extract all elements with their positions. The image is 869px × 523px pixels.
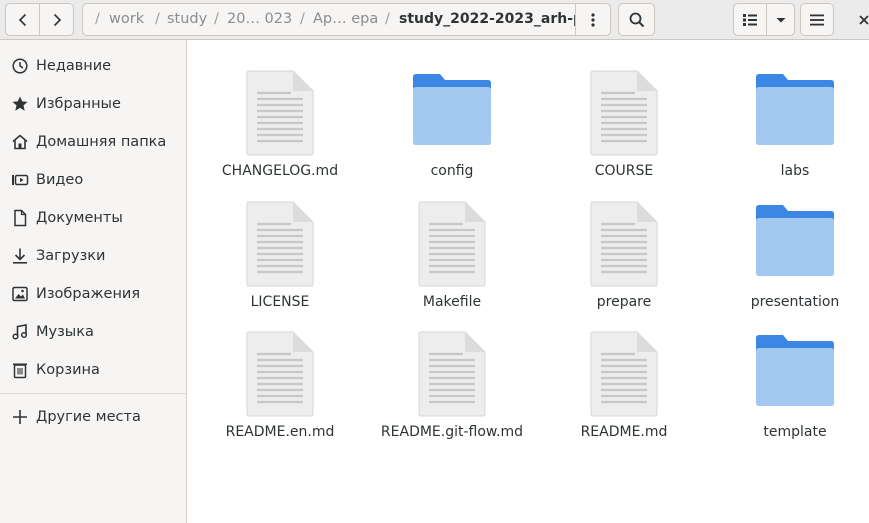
path-separator: / [300, 11, 305, 27]
sidebar-item-other-locations[interactable]: Другие места [0, 399, 186, 435]
file-item-readme-git-flow[interactable]: README.git-flow.md [362, 310, 542, 440]
music-icon [12, 324, 28, 340]
file-name: prepare [596, 294, 652, 310]
home-icon [12, 134, 28, 150]
file-item-course[interactable]: COURSE [534, 49, 714, 179]
sidebar-item-recent[interactable]: Недавние [0, 48, 186, 84]
search-icon [629, 12, 644, 27]
video-icon [12, 174, 29, 186]
file-name: presentation [750, 294, 840, 310]
sidebar-item-label: Изображения [36, 286, 141, 302]
path-crumb-year[interactable]: 20… 023 [227, 4, 292, 35]
document-icon [14, 209, 27, 227]
file-item-template[interactable]: template [705, 310, 869, 440]
folder-icon [756, 74, 834, 145]
trash-icon [13, 363, 27, 379]
close-window-button[interactable] [852, 6, 869, 34]
image-icon [12, 286, 28, 302]
text-document-icon [590, 201, 658, 287]
path-menu-button[interactable] [575, 3, 611, 36]
text-document-icon [590, 70, 658, 156]
file-name: config [430, 163, 474, 179]
file-item-makefile[interactable]: Makefile [362, 180, 542, 310]
sidebar-item-documents[interactable]: Документы [0, 200, 186, 236]
chevron-left-icon [18, 13, 26, 26]
text-document-icon [590, 331, 658, 417]
sidebar-item-label: Другие места [36, 409, 141, 425]
sidebar-item-starred[interactable]: Избранные [0, 86, 186, 122]
sidebar-item-label: Документы [36, 210, 123, 226]
text-document-icon [418, 331, 486, 417]
path-bar: / work / study / 20… 023 / Ар… ера / stu… [82, 3, 576, 36]
file-name: LICENSE [250, 294, 310, 310]
folder-icon [413, 74, 491, 145]
plus-icon [13, 410, 27, 424]
main-menu-button[interactable] [800, 3, 834, 36]
sidebar-item-label: Недавние [36, 58, 112, 74]
recent-icon [12, 58, 28, 74]
path-separator: / [385, 11, 390, 27]
file-item-presentation[interactable]: presentation [705, 180, 869, 310]
sidebar-item-label: Музыка [36, 324, 94, 340]
sidebar-item-label: Видео [36, 172, 84, 188]
file-name: CHANGELOG.md [221, 163, 339, 179]
search-button[interactable] [618, 3, 655, 36]
path-crumb-arch[interactable]: Ар… ера [313, 4, 378, 35]
view-options-button[interactable] [766, 3, 795, 36]
file-name: README.git-flow.md [380, 424, 524, 440]
file-name: Makefile [422, 294, 482, 310]
file-item-readme-en[interactable]: README.en.md [190, 310, 370, 440]
path-crumb-study[interactable]: study [167, 4, 207, 35]
text-document-icon [418, 201, 486, 287]
file-item-prepare[interactable]: prepare [534, 180, 714, 310]
file-name: README.en.md [225, 424, 335, 440]
text-document-icon [246, 331, 314, 417]
sidebar-divider [0, 393, 186, 394]
sidebar-item-label: Загрузки [36, 248, 106, 264]
chevron-right-icon [53, 13, 61, 26]
file-item-changelog[interactable]: CHANGELOG.md [190, 49, 370, 179]
file-item-readme[interactable]: README.md [534, 310, 714, 440]
sidebar-item-downloads[interactable]: Загрузки [0, 238, 186, 274]
file-name: labs [780, 163, 810, 179]
file-name: template [763, 424, 827, 440]
forward-button[interactable] [39, 3, 74, 36]
hamburger-menu-icon [810, 14, 824, 25]
sidebar-item-label: Избранные [36, 96, 121, 112]
path-separator: / [214, 11, 219, 27]
file-name: COURSE [594, 163, 654, 179]
download-icon [13, 248, 27, 264]
sidebar-item-video[interactable]: Видео [0, 162, 186, 198]
file-name: README.md [580, 424, 668, 440]
file-item-labs[interactable]: labs [705, 49, 869, 179]
path-separator: / [155, 11, 160, 27]
sidebar-item-pictures[interactable]: Изображения [0, 276, 186, 312]
file-item-config[interactable]: config [362, 49, 542, 179]
star-icon [12, 96, 28, 111]
folder-icon [756, 205, 834, 276]
list-view-icon [743, 13, 757, 26]
sidebar: Недавние Избранные Домашняя папка Видео … [0, 40, 187, 523]
sidebar-item-label: Корзина [36, 362, 100, 378]
sidebar-item-trash[interactable]: Корзина [0, 352, 186, 388]
back-button[interactable] [5, 3, 40, 36]
text-document-icon [246, 70, 314, 156]
path-crumb-current[interactable]: study_2022-2023_arh-pc [399, 4, 575, 35]
sidebar-item-label: Домашняя папка [36, 134, 167, 150]
file-grid: CHANGELOG.md config COURSE labs LICENSE … [188, 40, 869, 523]
sidebar-item-music[interactable]: Музыка [0, 314, 186, 350]
path-separator: / [95, 11, 100, 27]
sidebar-item-home[interactable]: Домашняя папка [0, 124, 186, 160]
kebab-menu-icon [591, 12, 595, 27]
file-item-license[interactable]: LICENSE [190, 180, 370, 310]
path-crumb-work[interactable]: work [109, 4, 144, 35]
header-bar: / work / study / 20… 023 / Ар… ера / stu… [0, 0, 869, 40]
close-icon [859, 15, 869, 25]
view-list-button[interactable] [733, 3, 767, 36]
folder-icon [756, 335, 834, 406]
text-document-icon [246, 201, 314, 287]
chevron-down-icon [776, 17, 785, 22]
